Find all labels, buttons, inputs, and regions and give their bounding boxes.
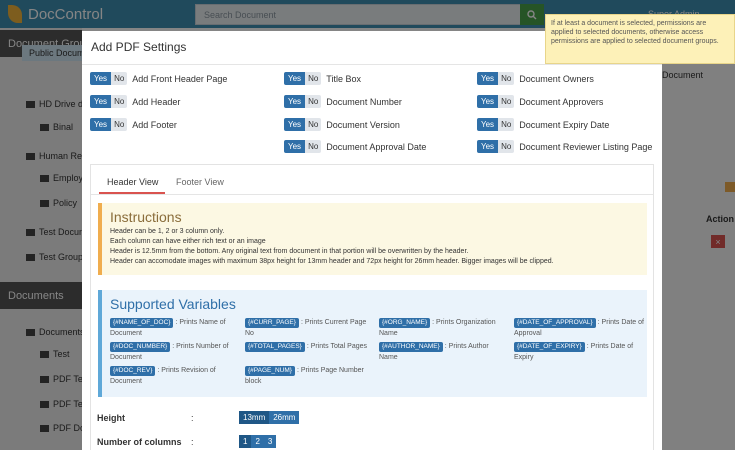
instruction-line: Header can be 1, 2 or 3 column only. [110, 228, 225, 235]
toggle-switch[interactable]: Yes No [477, 140, 515, 153]
variable-item: {#DOC_NUMBER}: Prints Number of Document [110, 342, 229, 361]
option-add-header: Yes No Add Header [90, 95, 180, 108]
instructions-title: Instructions [110, 209, 182, 225]
option-document-reviewer-listing-page: Yes No Document Reviewer Listing Page [477, 140, 652, 153]
instruction-line: Header can accomodate images with maximu… [110, 258, 554, 265]
height-26mm-button[interactable]: 26mm [269, 411, 300, 424]
variable-item: {#NAME_OF_DOC}: Prints Name of Document [110, 318, 226, 337]
height-selector: 13mm 26mm [239, 411, 300, 424]
option-document-approval-date: Yes No Document Approval Date [284, 140, 426, 153]
variable-item: {#PAGE_NUM}: Prints Page Number block [245, 366, 364, 385]
toggle-switch[interactable]: Yes No [477, 95, 515, 108]
columns-1-button[interactable]: 1 [239, 435, 252, 448]
option-document-version: Yes No Document Version [284, 118, 400, 131]
option-title-box: Yes No Title Box [284, 72, 361, 85]
tabs-divider [91, 194, 653, 195]
option-document-owners: Yes No Document Owners [477, 72, 594, 85]
option-document-expiry-date: Yes No Document Expiry Date [477, 118, 609, 131]
instruction-line: Each column can have either rich text or… [110, 238, 266, 245]
toggle-switch[interactable]: Yes No [284, 140, 322, 153]
option-document-number: Yes No Document Number [284, 95, 402, 108]
option-add-footer: Yes No Add Footer [90, 118, 177, 131]
variables-title: Supported Variables [110, 296, 236, 312]
toggle-switch[interactable]: Yes No [90, 72, 128, 85]
variable-item: {#AUTHOR_NAME}: Prints Author Name [379, 342, 489, 361]
toggle-switch[interactable]: Yes No [284, 72, 322, 85]
supported-variables-panel: Supported Variables {#NAME_OF_DOC}: Prin… [98, 290, 647, 397]
columns-selector: 1 2 3 [239, 435, 277, 448]
permissions-tooltip: If at least a document is selected, perm… [545, 14, 735, 64]
height-colon: : [191, 413, 194, 423]
add-pdf-settings-modal: Add PDF Settings Yes No Add Front Header P… [82, 31, 662, 450]
variable-item: {#TOTAL_PAGES}: Prints Total Pages [245, 341, 375, 352]
toggle-switch[interactable]: Yes No [90, 95, 128, 108]
height-13mm-button[interactable]: 13mm [239, 411, 270, 424]
option-add-front-header-page: Yes No Add Front Header Page [90, 72, 227, 85]
tab-header-view[interactable]: Header View [107, 177, 158, 187]
toggle-switch[interactable]: Yes No [477, 118, 515, 131]
instructions-panel: Instructions Header can be 1, 2 or 3 col… [98, 203, 647, 275]
variable-item: {#DOC_REV}: Prints Revision of Document [110, 366, 216, 385]
instruction-line: Header is 12.5mm from the bottom. Any or… [110, 248, 469, 255]
columns-colon: : [191, 437, 194, 447]
header-footer-tabs: Header View Footer View Instructions Hea… [90, 164, 654, 450]
tab-footer-view[interactable]: Footer View [176, 177, 224, 187]
columns-label: Number of columns [97, 437, 182, 447]
toggle-switch[interactable]: Yes No [477, 72, 515, 85]
toggle-switch[interactable]: Yes No [284, 95, 322, 108]
toggle-switch[interactable]: Yes No [284, 118, 322, 131]
variable-item: {#DATE_OF_EXPIRY}: Prints Date of Expiry [514, 342, 634, 361]
variable-item: {#ORG_NAME}: Prints Organization Name [379, 318, 496, 337]
option-document-approvers: Yes No Document Approvers [477, 95, 603, 108]
height-label: Height [97, 413, 125, 423]
variable-item: {#DATE_OF_APPROVAL}: Prints Date of Appr… [514, 318, 644, 337]
columns-3-button[interactable]: 3 [263, 435, 277, 448]
variable-item: {#CURR_PAGE}: Prints Current Page No [245, 318, 367, 337]
modal-title: Add PDF Settings [91, 40, 187, 54]
toggle-switch[interactable]: Yes No [90, 118, 128, 131]
modal-divider [82, 64, 662, 65]
columns-2-button[interactable]: 2 [251, 435, 264, 448]
